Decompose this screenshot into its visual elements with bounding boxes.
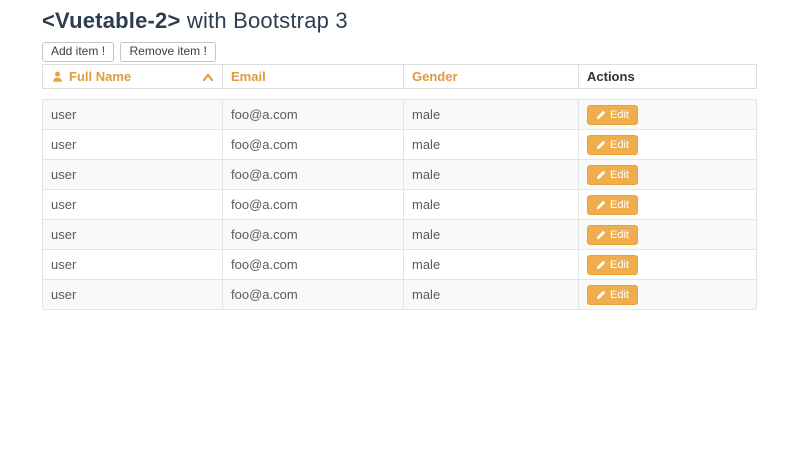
cell-actions: Edit (578, 189, 757, 220)
edit-button-label: Edit (610, 198, 629, 211)
cell-full-name: user (42, 189, 223, 220)
cell-actions: Edit (578, 159, 757, 190)
cell-full-name: user (42, 249, 223, 280)
table-row: user foo@a.com male Edit (42, 99, 757, 130)
cell-email: foo@a.com (222, 129, 404, 160)
table-row: user foo@a.com male Edit (42, 189, 757, 220)
cell-actions: Edit (578, 129, 757, 160)
cell-full-name: user (42, 159, 223, 190)
cell-gender: male (403, 99, 579, 130)
cell-actions: Edit (578, 249, 757, 280)
cell-gender: male (403, 129, 579, 160)
column-header-actions: Actions (578, 64, 757, 89)
pencil-icon (596, 200, 606, 209)
edit-button-label: Edit (610, 168, 629, 181)
add-item-button[interactable]: Add item ! (42, 42, 115, 62)
edit-button[interactable]: Edit (587, 284, 638, 305)
page-container: <Vuetable-2> with Bootstrap 3 Add item !… (0, 0, 800, 310)
pencil-icon (596, 140, 606, 149)
table-row: user foo@a.com male Edit (42, 249, 757, 280)
edit-button-label: Edit (610, 108, 629, 121)
cell-full-name: user (42, 129, 223, 160)
cell-email: foo@a.com (222, 159, 404, 190)
table-header: Full Name Email Gender Actions (42, 64, 757, 89)
cell-email: foo@a.com (222, 279, 404, 310)
cell-full-name: user (42, 219, 223, 250)
edit-button-label: Edit (610, 228, 629, 241)
page-title: <Vuetable-2> with Bootstrap 3 (42, 9, 758, 33)
column-header-label: Actions (587, 69, 635, 84)
cell-actions: Edit (578, 219, 757, 250)
pencil-icon (596, 170, 606, 179)
table-row: user foo@a.com male Edit (42, 279, 757, 310)
table-body: user foo@a.com male Edit user foo@a.com … (42, 99, 757, 310)
edit-button-label: Edit (610, 258, 629, 271)
edit-button[interactable]: Edit (587, 164, 638, 185)
data-table: user foo@a.com male Edit user foo@a.com … (42, 99, 757, 310)
pencil-icon (596, 230, 606, 239)
column-header-full-name[interactable]: Full Name (42, 64, 223, 89)
cell-gender: male (403, 219, 579, 250)
cell-gender: male (403, 159, 579, 190)
cell-gender: male (403, 189, 579, 220)
edit-button[interactable]: Edit (587, 104, 638, 125)
cell-full-name: user (42, 279, 223, 310)
column-header-label: Gender (412, 69, 458, 84)
table-row: user foo@a.com male Edit (42, 159, 757, 190)
column-header-email[interactable]: Email (222, 64, 404, 89)
edit-button-label: Edit (610, 138, 629, 151)
edit-button[interactable]: Edit (587, 224, 638, 245)
page-title-rest: with Bootstrap 3 (180, 8, 348, 33)
cell-gender: male (403, 279, 579, 310)
cell-email: foo@a.com (222, 249, 404, 280)
cell-actions: Edit (578, 279, 757, 310)
user-icon (53, 71, 62, 82)
column-header-label: Email (231, 69, 266, 84)
cell-actions: Edit (578, 99, 757, 130)
edit-button[interactable]: Edit (587, 254, 638, 275)
cell-email: foo@a.com (222, 99, 404, 130)
pencil-icon (596, 260, 606, 269)
toolbar: Add item ! Remove item ! (42, 42, 758, 62)
cell-gender: male (403, 249, 579, 280)
page-title-highlight: <Vuetable-2> (42, 8, 181, 33)
cell-email: foo@a.com (222, 189, 404, 220)
edit-button[interactable]: Edit (587, 134, 638, 155)
sort-asc-icon (202, 73, 214, 81)
remove-item-button[interactable]: Remove item ! (120, 42, 216, 62)
pencil-icon (596, 290, 606, 299)
edit-button-label: Edit (610, 288, 629, 301)
column-header-label: Full Name (69, 69, 132, 84)
table-row: user foo@a.com male Edit (42, 219, 757, 250)
table-row: user foo@a.com male Edit (42, 129, 757, 160)
cell-full-name: user (42, 99, 223, 130)
cell-email: foo@a.com (222, 219, 404, 250)
header-row: Full Name Email Gender Actions (42, 64, 757, 89)
pencil-icon (596, 110, 606, 119)
column-header-gender[interactable]: Gender (403, 64, 579, 89)
edit-button[interactable]: Edit (587, 194, 638, 215)
